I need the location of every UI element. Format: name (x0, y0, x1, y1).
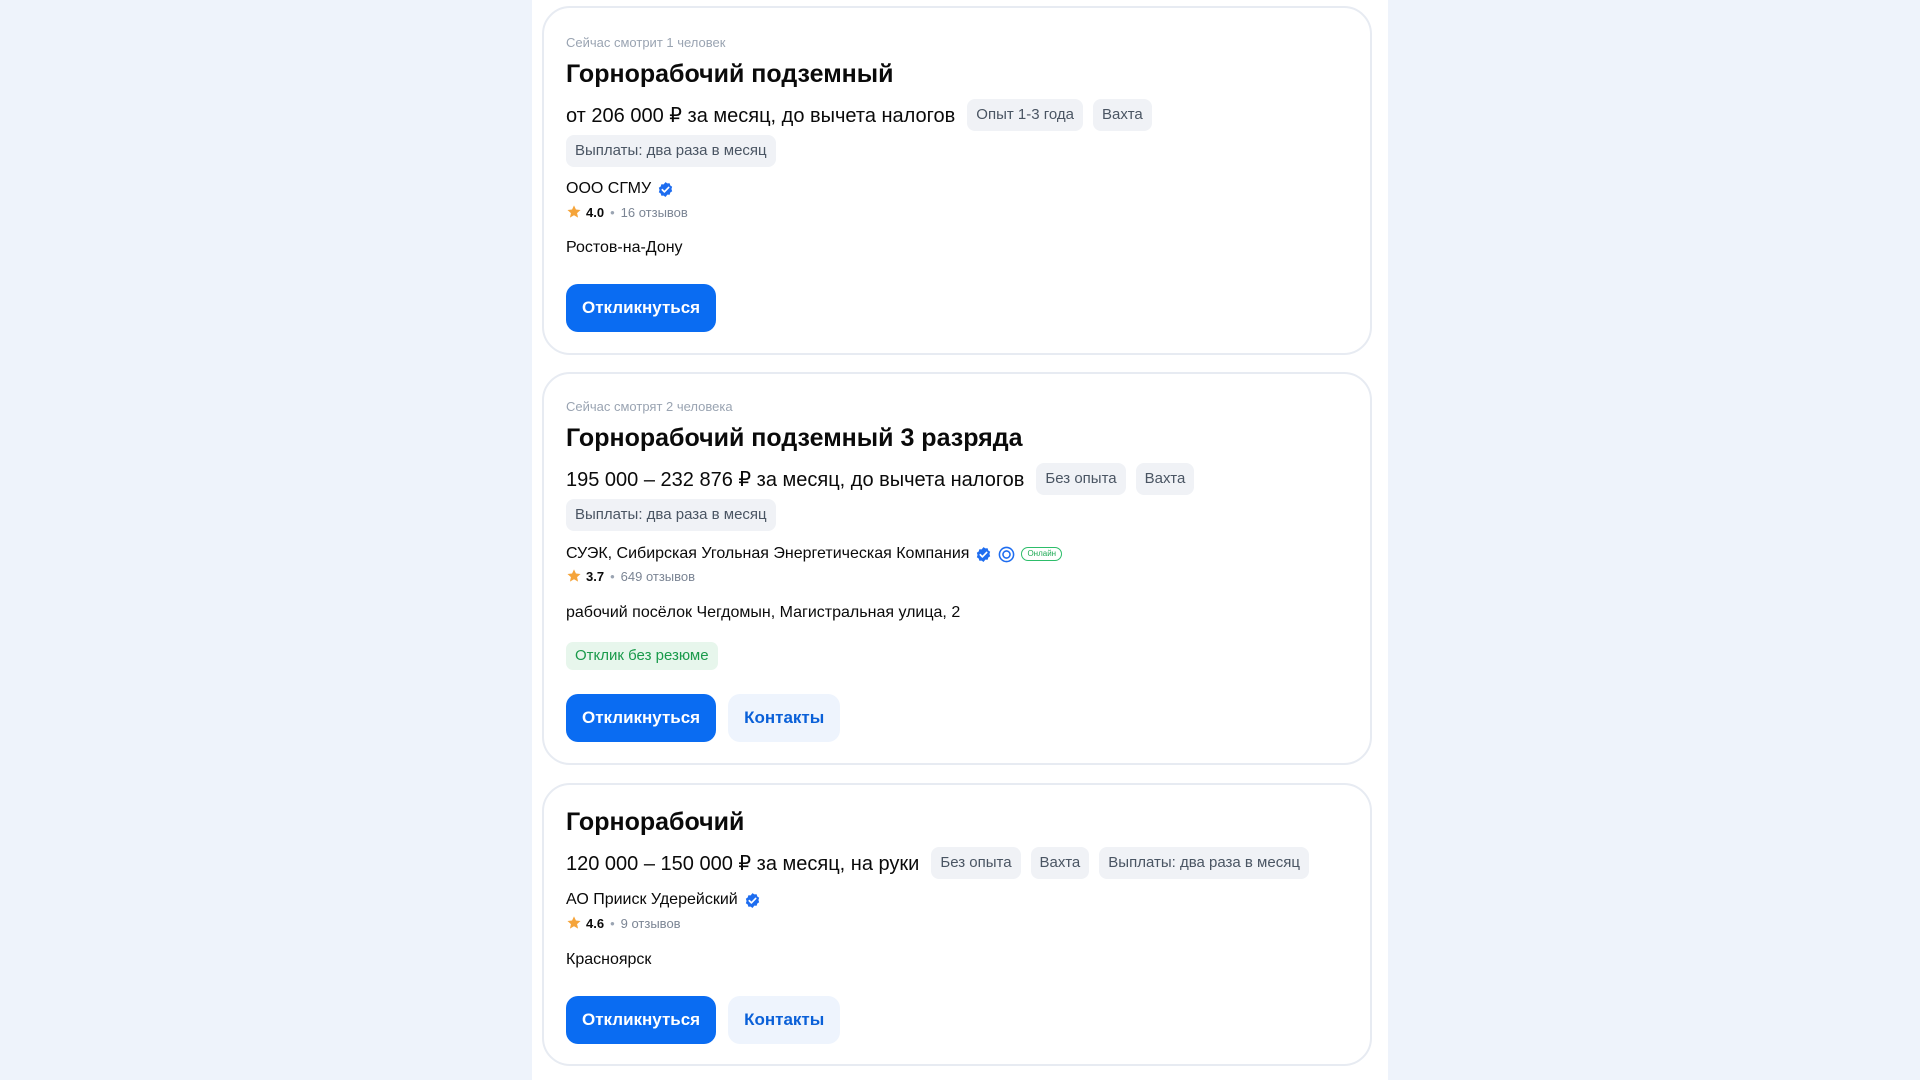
schedule-tag: Вахта (1093, 99, 1152, 131)
apply-button[interactable]: Откликнуться (566, 996, 717, 1044)
vacancy-list: Сейчас смотрит 1 человек Горнорабочий по… (532, 0, 1388, 1080)
no-resume-tag: Отклик без резюме (566, 642, 718, 670)
salary-row: от 206 000 ₽ за месяц, до вычета налогов… (566, 99, 1152, 131)
reviews-link[interactable]: 16 отзывов (621, 205, 688, 220)
rating-value: 4.6 (586, 915, 605, 931)
rating-value: 3.7 (586, 568, 605, 584)
company-name[interactable]: СУЭК, Сибирская Угольная Энергетическая … (566, 545, 969, 563)
salary-row: 195 000 – 232 876 ₽ за месяц, до вычета … (566, 463, 1195, 495)
salary: 195 000 – 232 876 ₽ за месяц, до вычета … (566, 468, 1025, 491)
salary-row: 120 000 – 150 000 ₽ за месяц, на руки Бе… (566, 847, 1309, 879)
viewers-count: Сейчас смотрят 2 человека (566, 399, 733, 414)
apply-button[interactable]: Откликнуться (566, 284, 717, 332)
vacancy-title[interactable]: Горнорабочий подземный 3 разряда (566, 424, 1023, 453)
experience-tag: Без опыта (931, 847, 1021, 879)
schedule-tag: Вахта (1030, 847, 1090, 879)
rating-separator: • (610, 915, 615, 931)
star-icon (567, 916, 581, 929)
vacancy-card: Сейчас смотрит 1 человек Горнорабочий по… (542, 6, 1372, 355)
payout-row: Выплаты: два раза в месяц (566, 135, 776, 167)
viewers-count: Сейчас смотрит 1 человек (566, 35, 726, 50)
rating-row: 4.6 • 9 отзывов (566, 915, 681, 931)
payout-tag: Выплаты: два раза в месяц (1099, 847, 1309, 879)
rating-separator: • (610, 568, 615, 584)
location: Ростов-на-Дону (566, 239, 683, 256)
apply-button[interactable]: Откликнуться (566, 694, 717, 742)
accredited-it-icon (999, 546, 1015, 562)
vacancy-card: Горнорабочий 120 000 – 150 000 ₽ за меся… (542, 783, 1372, 1066)
salary: от 206 000 ₽ за месяц, до вычета налогов (566, 104, 956, 127)
rating-row: 3.7 • 649 отзывов (566, 568, 695, 584)
verified-icon (745, 892, 759, 908)
online-badge: Онлайн (1021, 547, 1063, 561)
company-row: АО Прииск Удерейский (566, 891, 761, 909)
actions-row: Откликнуться Контакты (566, 694, 841, 742)
payout-tag: Выплаты: два раза в месяц (566, 499, 776, 531)
company-row: СУЭК, Сибирская Угольная Энергетическая … (566, 545, 1063, 563)
reviews-link[interactable]: 9 отзывов (621, 916, 681, 931)
contacts-button[interactable]: Контакты (728, 996, 841, 1044)
verified-icon (977, 546, 991, 562)
rating-separator: • (610, 204, 615, 220)
location: рабочий посёлок Чегдомын, Магистральная … (566, 604, 961, 621)
experience-tag: Опыт 1-3 года (967, 99, 1084, 131)
payout-row: Выплаты: два раза в месяц (566, 499, 776, 531)
company-name[interactable]: ООО СГМУ (566, 180, 651, 198)
star-icon (567, 205, 581, 218)
verified-icon (658, 181, 673, 197)
company-row: ООО СГМУ (566, 180, 674, 198)
company-name[interactable]: АО Прииск Удерейский (566, 891, 738, 909)
experience-tag: Без опыта (1036, 463, 1126, 495)
vacancy-card: Сейчас смотрят 2 человека Горнорабочий п… (542, 372, 1372, 765)
vacancy-title[interactable]: Горнорабочий подземный (566, 60, 894, 89)
actions-row: Откликнуться (566, 284, 717, 332)
location: Красноярск (566, 951, 652, 968)
contacts-button[interactable]: Контакты (728, 694, 841, 742)
vacancy-title[interactable]: Горнорабочий (566, 808, 744, 837)
rating-row: 4.0 • 16 отзывов (566, 204, 688, 220)
reviews-link[interactable]: 649 отзывов (621, 569, 695, 584)
salary: 120 000 – 150 000 ₽ за месяц, на руки (566, 852, 920, 875)
rating-value: 4.0 (586, 204, 605, 220)
actions-row: Откликнуться Контакты (566, 996, 841, 1044)
star-icon (567, 569, 581, 582)
payout-tag: Выплаты: два раза в месяц (566, 135, 776, 167)
schedule-tag: Вахта (1135, 463, 1195, 495)
